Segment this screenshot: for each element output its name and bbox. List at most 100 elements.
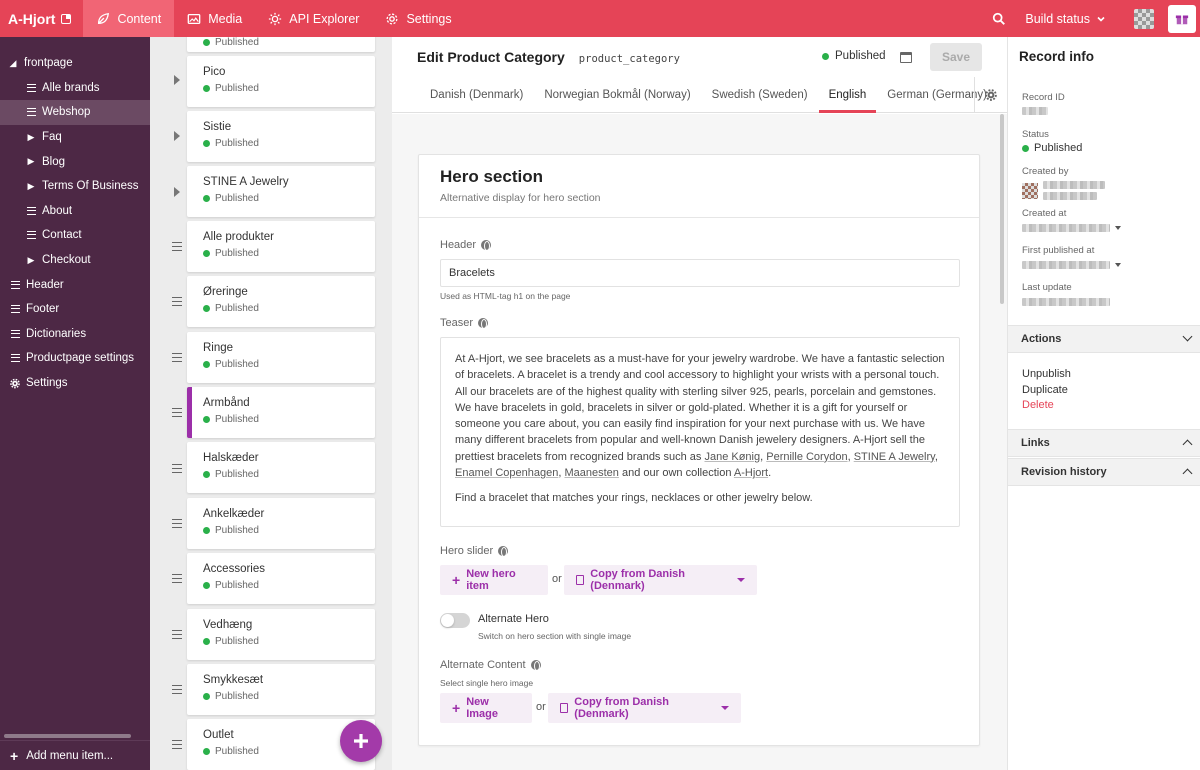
published-dot-icon — [203, 361, 210, 368]
link-jane-konig[interactable]: Jane Kønig — [704, 451, 760, 463]
delete-action[interactable]: Delete — [1022, 399, 1054, 411]
new-image-button[interactable]: + New Image — [440, 693, 532, 723]
menu-icon — [26, 83, 36, 92]
external-link-icon[interactable] — [61, 13, 72, 24]
sidebar-item-about[interactable]: About — [0, 199, 150, 224]
project-brand[interactable]: A-Hjort — [0, 0, 83, 37]
record-status-label: Published — [215, 525, 259, 536]
drag-handle-icon[interactable] — [172, 353, 182, 362]
caret-right-icon[interactable]: ▶ — [26, 156, 36, 167]
build-status-dropdown[interactable]: Build status — [1017, 12, 1120, 26]
list-item[interactable]: Accessories Published — [187, 553, 375, 604]
sidebar-item-contact[interactable]: Contact — [0, 223, 150, 248]
link-stine-a-jewelry[interactable]: STINE A Jewelry — [854, 451, 935, 463]
chevron-down-icon — [1097, 16, 1105, 22]
tab-media[interactable]: Media — [174, 0, 255, 37]
caret-right-icon[interactable]: ▶ — [26, 132, 36, 143]
drag-handle-icon[interactable] — [172, 519, 182, 528]
tab-norwegian[interactable]: Norwegian Bokmål (Norway) — [534, 77, 700, 112]
add-record-button[interactable] — [340, 720, 382, 762]
sidebar-item-dictionaries[interactable]: Dictionaries — [0, 322, 150, 347]
sidebar-item-productpage-settings[interactable]: Productpage settings — [0, 346, 150, 371]
search-button[interactable] — [981, 0, 1017, 37]
unpublish-action[interactable]: Unpublish — [1022, 368, 1071, 380]
record-name: Ringe — [203, 342, 234, 354]
tab-settings[interactable]: Settings — [372, 0, 464, 37]
caret-right-icon[interactable]: ▶ — [26, 255, 36, 266]
drag-handle-icon[interactable] — [172, 740, 182, 749]
alternate-hero-toggle[interactable] — [440, 613, 470, 628]
record-status-label: Published — [215, 83, 259, 94]
expand-arrow-icon[interactable] — [174, 75, 180, 85]
tab-api-explorer[interactable]: API Explorer — [255, 0, 372, 37]
list-item[interactable]: Ringe Published — [187, 332, 375, 383]
tab-danish[interactable]: Danish (Denmark) — [420, 77, 533, 112]
tab-english[interactable]: English — [818, 77, 877, 113]
caret-right-icon[interactable]: ▶ — [26, 181, 36, 192]
drag-handle-icon[interactable] — [172, 297, 182, 306]
list-item-selected[interactable]: Armbånd Published — [187, 387, 375, 438]
list-item[interactable]: Vedhæng Published — [187, 609, 375, 660]
drag-handle-icon[interactable] — [172, 574, 182, 583]
tab-content[interactable]: Content — [83, 0, 175, 37]
editor-scrollbar[interactable] — [1000, 114, 1004, 304]
revision-history-section-header[interactable]: Revision history — [1008, 458, 1200, 486]
new-hero-item-button[interactable]: + New hero item — [440, 565, 548, 595]
created-at-label: Created at — [1022, 208, 1067, 219]
record-status: Published — [203, 580, 375, 591]
link-maanesten[interactable]: Maanesten — [564, 467, 618, 479]
sidebar-item-label: Contact — [42, 229, 82, 242]
whats-new-button[interactable] — [1168, 4, 1196, 33]
published-dot-icon — [203, 39, 210, 46]
sidebar-item-alle-brands[interactable]: Alle brands — [0, 76, 150, 101]
drag-handle-icon[interactable] — [172, 408, 182, 417]
list-item[interactable]: Alle produkter Published — [187, 221, 375, 272]
locale-settings-button[interactable] — [974, 77, 1007, 113]
globe-icon — [481, 240, 492, 251]
add-menu-item-button[interactable]: + Add menu item... — [0, 740, 150, 770]
copy-from-danish-button[interactable]: Copy from Danish (Denmark) — [564, 565, 757, 595]
sidebar-item-frontpage[interactable]: ◢ frontpage — [0, 51, 150, 76]
sidebar-item-header[interactable]: Header — [0, 272, 150, 297]
teaser-textarea[interactable]: At A-Hjort, we see bracelets as a must-h… — [440, 337, 960, 527]
save-button[interactable]: Save — [930, 43, 982, 71]
sidebar-item-terms-of-business[interactable]: ▶ Terms Of Business — [0, 174, 150, 199]
list-item[interactable]: Pico Published — [187, 56, 375, 107]
sidebar-item-checkout[interactable]: ▶ Checkout — [0, 248, 150, 273]
drag-handle-icon[interactable] — [172, 685, 182, 694]
created-at-value[interactable] — [1022, 224, 1121, 232]
first-published-value[interactable] — [1022, 261, 1121, 269]
user-avatar[interactable] — [1134, 8, 1154, 29]
tab-swedish[interactable]: Swedish (Sweden) — [702, 77, 818, 112]
calendar-icon[interactable] — [900, 52, 912, 63]
copy-from-danish-button[interactable]: Copy from Danish (Denmark) — [548, 693, 741, 723]
sidebar-item-blog[interactable]: ▶ Blog — [0, 149, 150, 174]
list-item[interactable]: Halskæder Published — [187, 442, 375, 493]
actions-section-header[interactable]: Actions — [1008, 325, 1200, 353]
link-a-hjort[interactable]: A-Hjort — [734, 467, 768, 479]
link-pernille-corydon[interactable]: Pernille Corydon — [766, 451, 847, 463]
list-item[interactable]: Published — [187, 37, 375, 52]
links-section-header[interactable]: Links — [1008, 429, 1200, 457]
expand-arrow-icon[interactable] — [174, 187, 180, 197]
list-item[interactable]: Smykkesæt Published — [187, 664, 375, 715]
duplicate-action[interactable]: Duplicate — [1022, 384, 1068, 396]
list-item[interactable]: STINE A Jewelry Published — [187, 166, 375, 217]
expand-arrow-icon[interactable] — [174, 131, 180, 141]
record-status: Published — [203, 414, 375, 425]
list-item[interactable]: Ankelkæder Published — [187, 498, 375, 549]
list-item[interactable]: Øreringe Published — [187, 276, 375, 327]
globe-icon — [498, 546, 509, 557]
drag-handle-icon[interactable] — [172, 242, 182, 251]
sidebar-item-faq[interactable]: ▶ Faq — [0, 125, 150, 150]
sidebar-item-settings[interactable]: Settings — [0, 371, 150, 396]
sidebar-item-footer[interactable]: Footer — [0, 297, 150, 322]
sidebar-scrollbar[interactable] — [4, 734, 131, 738]
caret-down-icon[interactable]: ◢ — [8, 58, 18, 69]
sidebar-item-webshop[interactable]: Webshop — [0, 100, 150, 125]
drag-handle-icon[interactable] — [172, 630, 182, 639]
link-enamel-copenhagen[interactable]: Enamel Copenhagen — [455, 467, 558, 479]
drag-handle-icon[interactable] — [172, 464, 182, 473]
header-input[interactable]: Bracelets — [440, 259, 960, 287]
list-item[interactable]: Sistie Published — [187, 111, 375, 162]
